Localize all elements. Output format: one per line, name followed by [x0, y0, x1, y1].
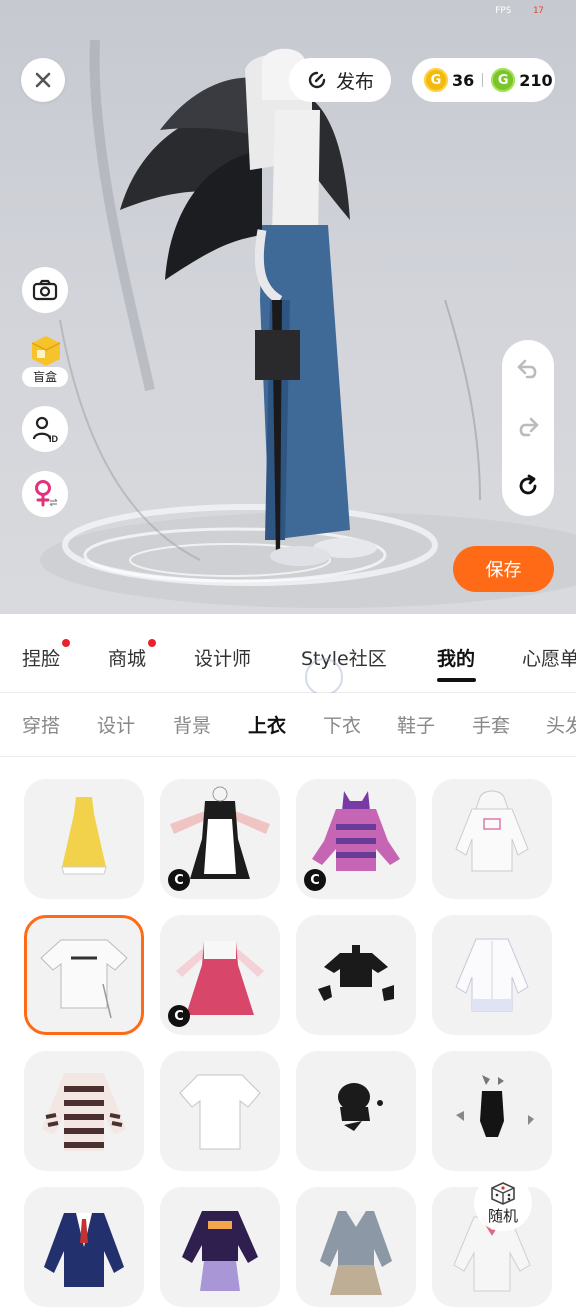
item-white-shirt[interactable] — [432, 915, 552, 1035]
item-yellow-dress[interactable] — [24, 779, 144, 899]
random-label: 随机 — [487, 1206, 518, 1225]
item-maid-outfit[interactable]: C — [160, 779, 280, 899]
subtab-outfit[interactable]: 穿搭 — [22, 711, 60, 738]
subtab-tops[interactable]: 上衣 — [248, 711, 286, 738]
tab-mine[interactable]: 我的 — [437, 644, 475, 671]
item-pink-plaid-dress[interactable]: C — [160, 915, 280, 1035]
avatar-id-button[interactable]: ID — [22, 406, 68, 452]
undo-icon[interactable] — [516, 358, 540, 380]
yellow-dress-thumbnail — [61, 797, 107, 875]
tab-face[interactable]: 捏脸 — [22, 639, 71, 671]
creator-badge-icon: C — [304, 869, 326, 891]
active-tab-indicator — [437, 678, 476, 682]
random-button[interactable]: 随机 — [474, 1175, 532, 1231]
subtab-background[interactable]: 背景 — [173, 711, 211, 738]
category-tab-bar: 捏脸 商城 设计师 Style社区 我的 心愿单 — [0, 614, 576, 693]
currency-divider — [482, 73, 484, 87]
item-white-tshirt[interactable] — [160, 1051, 280, 1171]
grey-sailor-uniform-thumbnail — [320, 1211, 392, 1295]
creator-badge-icon: C — [168, 869, 190, 891]
tab-wishlist-label: 心愿单 — [522, 648, 576, 670]
white-graphic-tee-thumbnail — [40, 939, 128, 1019]
user-id-icon: ID — [32, 416, 59, 443]
white-hoodie-thumbnail — [455, 790, 529, 872]
item-purple-plaid-outfit[interactable] — [160, 1187, 280, 1307]
close-icon — [35, 72, 51, 88]
reset-icon[interactable] — [516, 474, 540, 498]
tab-mine-label: 我的 — [437, 648, 476, 670]
fps-value: 17 — [533, 6, 544, 16]
redo-icon[interactable] — [516, 416, 540, 438]
blindbox-icon — [31, 336, 61, 366]
black-bodysuit-thumbnail — [456, 1075, 534, 1137]
item-striped-sweater[interactable] — [24, 1051, 144, 1171]
notification-dot — [148, 639, 157, 647]
subtab-shoes[interactable]: 鞋子 — [397, 711, 435, 738]
purple-plaid-outfit-thumbnail — [182, 1211, 258, 1291]
tab-store[interactable]: 商城 — [108, 639, 157, 671]
black-crop-top-thumbnail — [318, 945, 394, 1001]
dice-icon — [491, 1181, 515, 1205]
item-navy-blazer[interactable] — [24, 1187, 144, 1307]
gold-coin-count: 36 — [452, 70, 475, 90]
item-black-bodysuit[interactable] — [432, 1051, 552, 1171]
publish-icon — [308, 71, 326, 89]
loading-spinner — [305, 658, 343, 696]
female-gender-icon — [35, 480, 58, 507]
subtab-gloves[interactable]: 手套 — [472, 711, 510, 738]
item-grey-sailor-uniform[interactable] — [296, 1187, 416, 1307]
save-button[interactable]: 保存 — [453, 546, 554, 592]
white-tshirt-thumbnail — [179, 1074, 261, 1150]
item-black-crop-top[interactable] — [296, 915, 416, 1035]
tab-store-label: 商城 — [108, 648, 147, 670]
item-white-graphic-tee[interactable] — [24, 915, 144, 1035]
creator-badge-icon: C — [168, 1005, 190, 1027]
blindbox-button[interactable]: 盲盒 — [22, 333, 70, 387]
subtab-design[interactable]: 设计 — [97, 711, 135, 738]
camera-icon — [32, 279, 58, 301]
publish-label: 发布 — [335, 70, 374, 93]
close-button[interactable] — [21, 58, 65, 102]
tab-face-label: 捏脸 — [22, 648, 61, 670]
currency-pill[interactable]: G 36 G 210 — [412, 58, 555, 102]
green-coin-count: 210 — [519, 70, 553, 90]
black-scarf-thumbnail — [338, 1083, 383, 1131]
subtab-hair[interactable]: 头发 — [546, 711, 576, 738]
blindbox-label: 盲盒 — [22, 367, 68, 387]
green-coin-icon: G — [491, 68, 516, 92]
striped-sweater-thumbnail — [42, 1073, 126, 1151]
tab-designer-label: 设计师 — [194, 648, 252, 670]
gender-switch-button[interactable] — [22, 471, 68, 517]
fps-label: FPS — [495, 6, 512, 16]
subcategory-tab-bar: 穿搭 设计 背景 上衣 下衣 鞋子 手套 头发 — [0, 693, 576, 757]
svg-text:ID: ID — [49, 434, 59, 443]
tab-designer[interactable]: 设计师 — [194, 644, 251, 671]
avatar-viewport[interactable]: FPS 17 发布 G 36 G 210 盲盒 ID 保存 — [0, 0, 576, 614]
item-white-hoodie[interactable] — [432, 779, 552, 899]
notification-dot — [62, 639, 71, 647]
camera-button[interactable] — [22, 267, 68, 313]
item-purple-cat-hoodie[interactable]: C — [296, 779, 416, 899]
history-panel — [502, 340, 554, 516]
gold-coin-icon: G — [424, 68, 448, 92]
white-shirt-thumbnail — [455, 938, 529, 1012]
subtab-bottoms[interactable]: 下衣 — [323, 711, 361, 738]
item-black-scarf[interactable] — [296, 1051, 416, 1171]
publish-button[interactable]: 发布 — [289, 58, 391, 102]
tab-wishlist[interactable]: 心愿单 — [522, 644, 576, 671]
navy-blazer-thumbnail — [44, 1213, 124, 1287]
